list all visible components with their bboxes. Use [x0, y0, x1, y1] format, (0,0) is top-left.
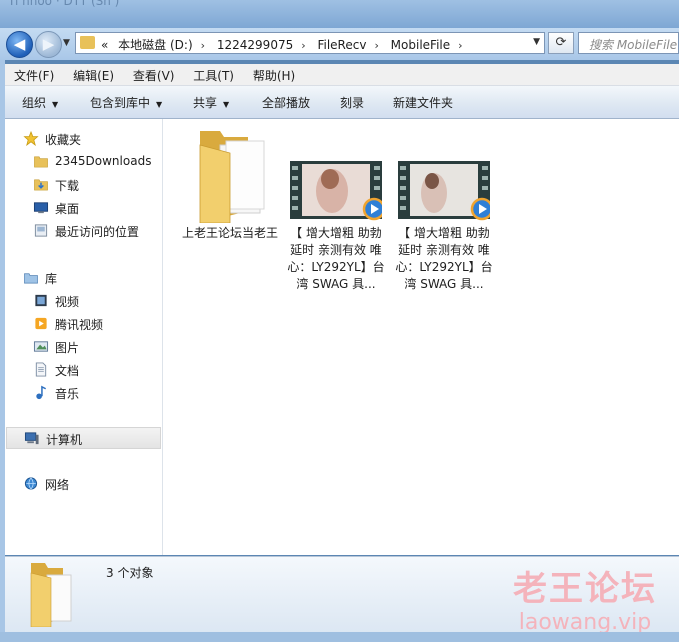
tencent-video-icon [35, 317, 47, 330]
refresh-button[interactable]: ⟳ [548, 32, 574, 54]
folder-icon [34, 156, 48, 168]
downloads-folder-icon [34, 179, 48, 191]
title-bar: Ti hhóo · DTT (Sn ) [0, 0, 679, 28]
documents-icon [35, 362, 47, 377]
nav-favorites-label: 收藏夹 [45, 133, 82, 147]
nav-item-label: 最近访问的位置 [55, 225, 140, 239]
share-button[interactable]: 共享 ▼ [193, 94, 229, 111]
refresh-icon: ⟳ [555, 35, 567, 50]
nav-item-label: 文档 [55, 364, 80, 378]
watermark-title: 老王论坛 [513, 569, 657, 609]
nav-item-label: 视频 [55, 295, 80, 309]
address-bar[interactable]: « 本地磁盘 (D:) › 1224299075 › FileRecv › Mobil… [75, 32, 545, 54]
breadcrumb-folder-mobilefile[interactable]: MobileFile [391, 38, 450, 52]
chevron-right-icon[interactable]: › [201, 39, 205, 52]
menu-file[interactable]: 文件(F) [5, 64, 60, 84]
nav-item-recent-places[interactable]: 最近访问的位置 [33, 221, 158, 241]
desktop-icon [33, 202, 49, 214]
chevron-right-icon[interactable]: › [458, 39, 462, 52]
window-frame-bottom [0, 632, 679, 642]
nav-item-label: 桌面 [55, 202, 80, 216]
organize-button[interactable]: 组织 ▼ [22, 94, 58, 111]
video-thumbnail-icon [290, 161, 382, 221]
file-item-folder[interactable]: 上老王论坛当老王 [180, 125, 280, 265]
nav-item-desktop[interactable]: 桌面 [33, 198, 158, 218]
nav-item-videos[interactable]: 视频 [33, 291, 158, 311]
command-bar: 组织 ▼ 包含到库中 ▼ 共享 ▼ 全部播放 刻录 新建文件夹 [5, 86, 679, 119]
window-title: Ti hhóo · DTT (Sn ) [8, 0, 120, 8]
network-icon [24, 477, 38, 490]
folder-large-icon [199, 131, 265, 223]
video-library-icon [35, 294, 47, 307]
nav-libraries-label: 库 [45, 272, 58, 286]
nav-item-tencent-video[interactable]: 腾讯视频 [33, 314, 158, 334]
folder-icon [80, 36, 95, 49]
chevron-down-icon: ▼ [156, 100, 163, 109]
nav-item-music[interactable]: 音乐 [33, 383, 158, 403]
nav-libraries[interactable]: 库 [23, 268, 153, 288]
forward-button[interactable]: ▶ [35, 31, 62, 58]
menu-view[interactable]: 查看(V) [124, 64, 181, 84]
back-button[interactable]: ◀ [6, 31, 33, 58]
nav-computer[interactable]: 计算机 [6, 427, 161, 449]
play-all-button[interactable]: 全部播放 [262, 94, 310, 111]
organize-label: 组织 [22, 96, 47, 110]
library-icon [24, 273, 38, 284]
computer-icon [24, 432, 39, 445]
breadcrumb-folder-account[interactable]: 1224299075 [217, 38, 293, 52]
file-item-video-1[interactable]: 【 增大增粗 助勃延时 亲测有效 唯心：LY292YL】台湾 SWAG 具... [286, 125, 386, 305]
nav-item-label: 图片 [55, 341, 80, 355]
file-list-view: 上老王论坛当老王 【 增大增粗 助勃延时 亲测有效 唯心：LY292YL】台湾 … [163, 119, 679, 555]
menu-edit[interactable]: 编辑(E) [64, 64, 120, 84]
breadcrumb-overflow[interactable]: « [101, 38, 108, 52]
file-name: 上老王论坛当老王 [181, 226, 278, 240]
details-pane: 3 个对象 老王论坛 laowang.vip [5, 556, 679, 635]
new-folder-button[interactable]: 新建文件夹 [393, 94, 453, 111]
navigation-pane: 收藏夹 2345Downloads 下载 桌面 最近访问的位置 库 视频 腾讯视… [5, 119, 163, 555]
watermark: 老王论坛 laowang.vip [513, 561, 657, 635]
nav-item-2345downloads[interactable]: 2345Downloads [33, 152, 158, 172]
search-input[interactable]: 搜索 MobileFile [578, 32, 679, 54]
include-label: 包含到库中 [90, 96, 151, 110]
item-count: 3 个对象 [106, 566, 154, 580]
nav-computer-label: 计算机 [46, 433, 83, 447]
recent-places-icon [34, 224, 48, 237]
chevron-right-icon[interactable]: › [374, 39, 378, 52]
share-label: 共享 [193, 96, 218, 110]
video-thumbnail-icon [398, 161, 490, 221]
menu-bar: 文件(F) 编辑(E) 查看(V) 工具(T) 帮助(H) [5, 64, 679, 86]
history-dropdown-icon[interactable]: ▼ [63, 38, 70, 48]
nav-item-label: 2345Downloads [55, 154, 152, 168]
menu-tools[interactable]: 工具(T) [184, 64, 240, 84]
music-icon [36, 385, 47, 400]
chevron-down-icon: ▼ [52, 100, 59, 109]
file-item-video-2[interactable]: 【 增大增粗 助勃延时 亲测有效 唯心：LY292YL】台湾 SWAG 具... [394, 125, 494, 305]
nav-item-downloads[interactable]: 下载 [33, 175, 158, 195]
folder-preview-icon [30, 563, 72, 627]
breadcrumb-drive[interactable]: 本地磁盘 (D:) [118, 38, 192, 52]
nav-item-label: 腾讯视频 [55, 318, 104, 332]
nav-item-label: 音乐 [55, 387, 80, 401]
search-placeholder: 搜索 MobileFile [589, 38, 678, 52]
chevron-right-icon[interactable]: › [301, 39, 305, 52]
nav-item-documents[interactable]: 文档 [33, 360, 158, 380]
nav-item-label: 下载 [55, 179, 80, 193]
address-dropdown-icon[interactable]: ▼ [533, 37, 540, 47]
breadcrumb-folder-filerecv[interactable]: FileRecv [317, 38, 366, 52]
pictures-icon [33, 341, 49, 352]
nav-favorites[interactable]: 收藏夹 [23, 129, 153, 149]
chevron-down-icon: ▼ [223, 100, 230, 109]
burn-button[interactable]: 刻录 [340, 94, 364, 111]
nav-network[interactable]: 网络 [23, 474, 153, 494]
include-in-library-button[interactable]: 包含到库中 ▼ [90, 94, 162, 111]
file-name: 【 增大增粗 助勃延时 亲测有效 唯心：LY292YL】台湾 SWAG 具... [287, 226, 385, 291]
menu-help[interactable]: 帮助(H) [244, 64, 301, 84]
nav-item-pictures[interactable]: 图片 [33, 337, 158, 357]
file-name: 【 增大增粗 助勃延时 亲测有效 唯心：LY292YL】台湾 SWAG 具... [395, 226, 493, 291]
breadcrumb: « 本地磁盘 (D:) › 1224299075 › FileRecv › Mobil… [101, 36, 471, 53]
nav-network-label: 网络 [45, 478, 70, 492]
star-icon [23, 131, 39, 146]
address-row: ◀ ▶ ▼ « 本地磁盘 (D:) › 1224299075 › FileRecv ›… [0, 28, 679, 60]
